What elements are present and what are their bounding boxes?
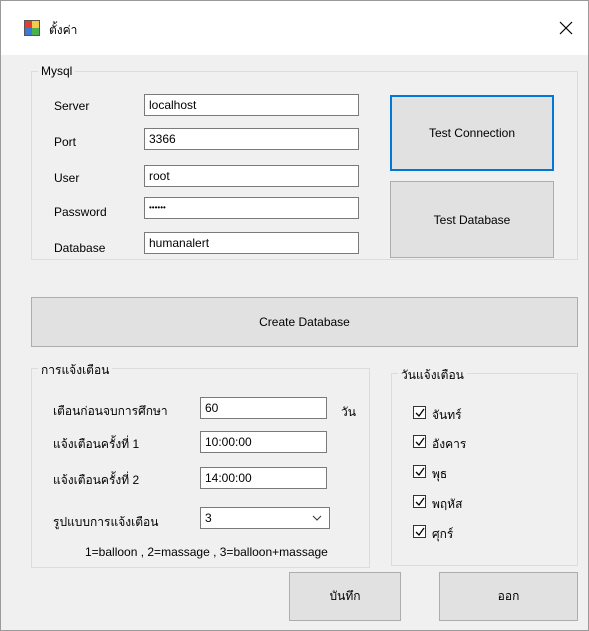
check-icon <box>415 408 425 418</box>
check-icon <box>415 527 425 537</box>
user-label: User <box>54 171 80 185</box>
format-select-value: 3 <box>205 511 212 525</box>
password-label: Password <box>54 205 107 219</box>
port-input[interactable]: 3366 <box>144 128 359 150</box>
test-database-label: Test Database <box>433 212 511 227</box>
format-hint: 1=balloon , 2=massage , 3=balloon+massag… <box>85 545 328 559</box>
thursday-label: พฤหัส <box>432 497 463 511</box>
settings-window: ตั้งค่า Mysql Server localhost Port 3366… <box>0 0 589 631</box>
tuesday-label: อังคาร <box>432 437 467 451</box>
days-legend: วันแจ้งเตือน <box>398 366 467 385</box>
port-label: Port <box>54 135 77 149</box>
database-input[interactable]: humanalert <box>144 232 359 254</box>
before-graduation-label: เตือนก่อนจบการศึกษา <box>53 404 168 418</box>
close-button[interactable] <box>544 1 588 55</box>
window-title: ตั้งค่า <box>49 23 78 37</box>
tuesday-checkbox[interactable] <box>413 435 426 448</box>
exit-button[interactable]: ออก <box>439 572 578 621</box>
database-label: Database <box>54 241 106 255</box>
app-icon <box>24 20 40 36</box>
format-label: รูปแบบการแจ้งเตือน <box>53 515 159 529</box>
check-icon <box>415 437 425 447</box>
test-database-button[interactable]: Test Database <box>390 181 554 258</box>
chevron-down-icon <box>312 515 322 521</box>
monday-checkbox[interactable] <box>413 406 426 419</box>
check-icon <box>415 497 425 507</box>
mysql-legend: Mysql <box>38 64 76 78</box>
friday-label: ศุกร์ <box>432 527 454 541</box>
user-input[interactable]: root <box>144 165 359 187</box>
before-graduation-input[interactable]: 60 <box>200 397 327 419</box>
alert2-label: แจ้งเตือนครั้งที่ 2 <box>53 473 140 487</box>
before-graduation-unit: วัน <box>341 405 356 419</box>
format-select[interactable]: 3 <box>200 507 330 529</box>
thursday-checkbox[interactable] <box>413 495 426 508</box>
server-input[interactable]: localhost <box>144 94 359 116</box>
close-icon <box>559 21 573 35</box>
alert2-time-input[interactable]: 14:00:00 <box>200 467 327 489</box>
create-database-label: Create Database <box>259 315 350 329</box>
friday-checkbox[interactable] <box>413 525 426 538</box>
alert1-label: แจ้งเตือนครั้งที่ 1 <box>53 437 140 451</box>
save-button[interactable]: บันทึก <box>289 572 401 621</box>
server-label: Server <box>54 99 90 113</box>
wednesday-checkbox[interactable] <box>413 465 426 478</box>
alert1-time-input[interactable]: 10:00:00 <box>200 431 327 453</box>
wednesday-label: พุธ <box>432 467 448 481</box>
check-icon <box>415 467 425 477</box>
title-bar: ตั้งค่า <box>1 1 588 55</box>
create-database-button[interactable]: Create Database <box>31 297 578 347</box>
save-label: บันทึก <box>329 589 361 603</box>
test-connection-label: Test Connection <box>428 126 516 140</box>
alert-legend: การแจ้งเตือน <box>38 361 113 380</box>
exit-label: ออก <box>497 589 520 603</box>
password-input[interactable]: •••••• <box>144 197 359 219</box>
test-connection-button[interactable]: Test Connection <box>390 95 554 171</box>
monday-label: จันทร์ <box>432 408 462 422</box>
